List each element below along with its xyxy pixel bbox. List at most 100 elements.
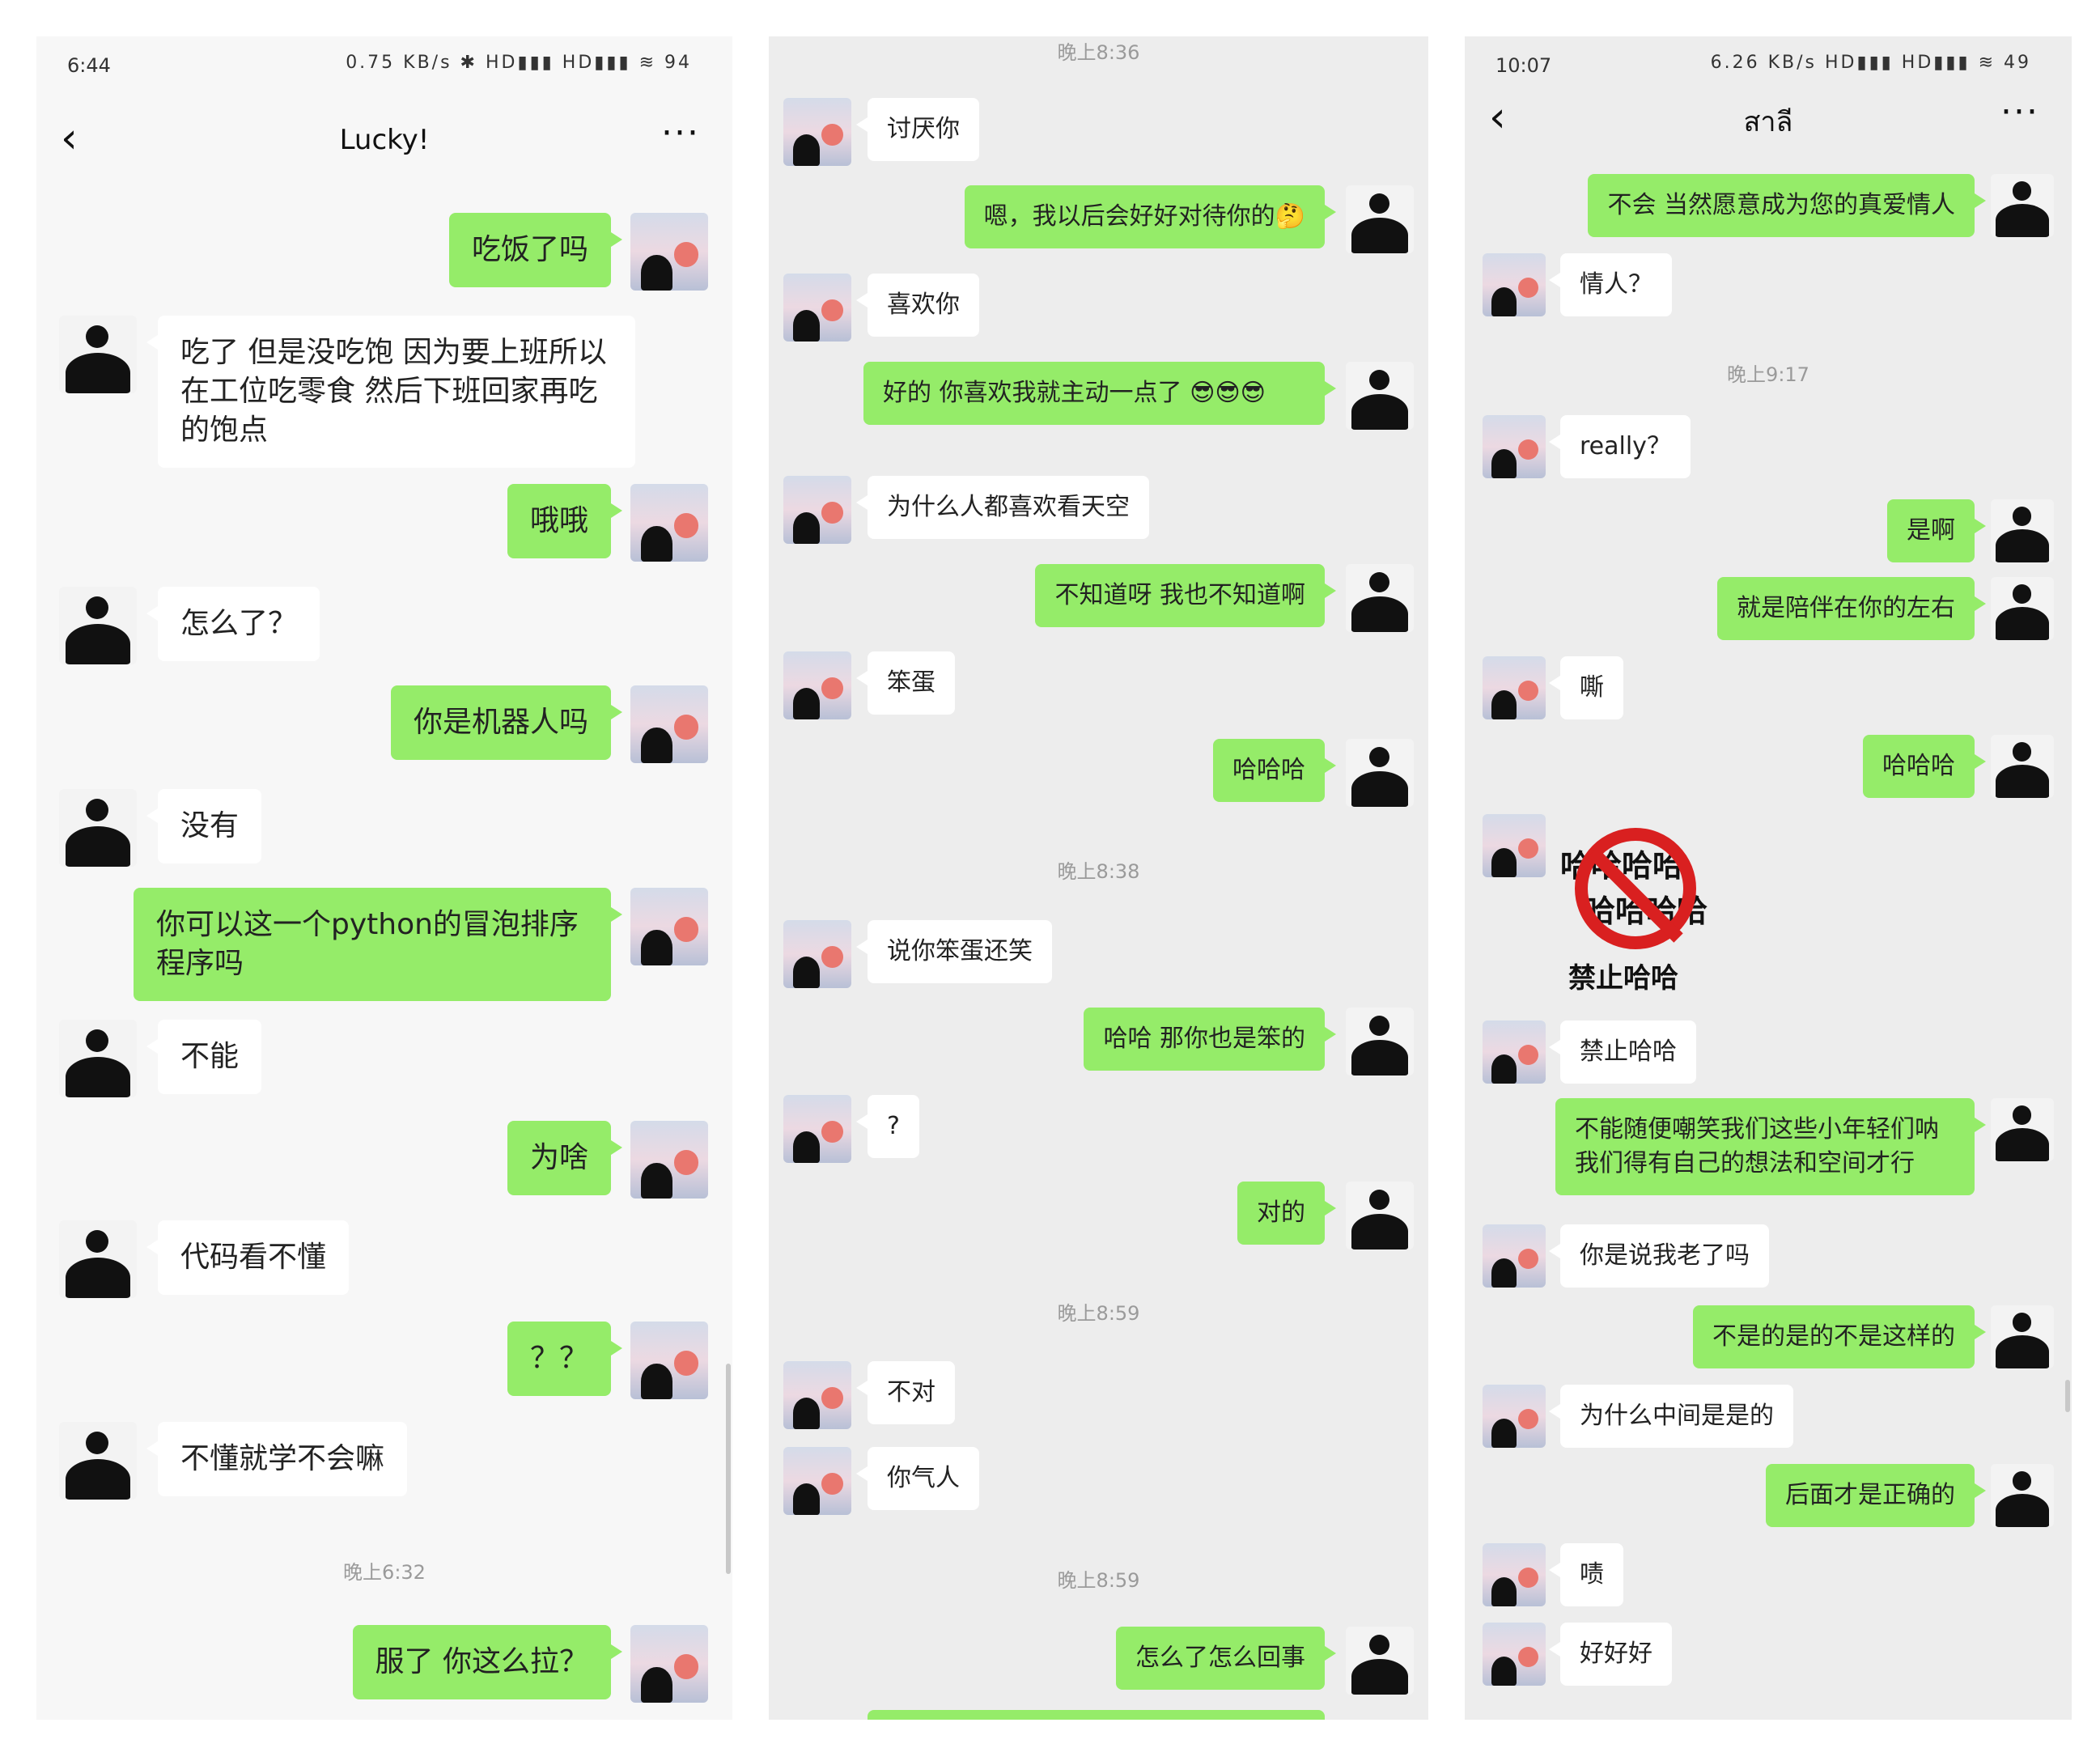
contact-avatar[interactable]	[1483, 814, 1546, 877]
self-avatar[interactable]	[1991, 499, 2054, 562]
message-self-partial	[868, 1710, 1325, 1720]
self-avatar[interactable]	[630, 888, 708, 965]
contact-avatar[interactable]	[1483, 1224, 1546, 1288]
message-self[interactable]: 哈哈哈	[1863, 735, 1986, 798]
message-contact[interactable]: 你是说我老了吗	[1549, 1224, 1769, 1288]
timestamp: 晚上8:38	[1057, 860, 1140, 883]
contact-avatar[interactable]	[59, 1220, 137, 1298]
contact-avatar[interactable]	[783, 1361, 851, 1429]
self-avatar[interactable]	[630, 685, 708, 763]
message-contact[interactable]: 吃了 但是没吃饱 因为要上班所以在工位吃零食 然后下班回家再吃的饱点	[146, 316, 635, 468]
timestamp: 晚上8:36	[1057, 41, 1140, 64]
message-contact[interactable]: 不对	[856, 1361, 955, 1424]
contact-avatar[interactable]	[1483, 656, 1546, 719]
message-self[interactable]: 吃饭了吗	[448, 213, 623, 287]
message-contact[interactable]: 情人？	[1549, 253, 1672, 316]
self-avatar[interactable]	[1346, 1627, 1414, 1695]
message-contact[interactable]: 啧	[1549, 1543, 1623, 1606]
self-avatar[interactable]	[1346, 739, 1414, 807]
contact-avatar[interactable]	[783, 274, 851, 342]
message-contact[interactable]: 好好好	[1549, 1623, 1672, 1686]
contact-avatar[interactable]	[59, 1422, 137, 1500]
self-avatar[interactable]	[630, 213, 708, 291]
contact-avatar[interactable]	[783, 98, 851, 166]
message-self[interactable]: 你是机器人吗	[390, 685, 623, 760]
self-avatar[interactable]	[1346, 564, 1414, 632]
message-self[interactable]: 嗯，我以后会好好对待你的🤔	[964, 185, 1337, 248]
self-avatar[interactable]	[1346, 1182, 1414, 1249]
self-avatar[interactable]	[1346, 185, 1414, 253]
message-contact[interactable]: 嘶	[1549, 656, 1623, 719]
contact-avatar[interactable]	[59, 789, 137, 867]
chat-screen-2: 晚上8:36 讨厌你 嗯，我以后会好好对待你的🤔 喜欢你 好的 你喜欢我就主动一…	[769, 36, 1428, 1720]
message-self[interactable]: 就是陪伴在你的左右	[1717, 577, 1986, 640]
message-self[interactable]: 好的 你喜欢我就主动一点了 😎😎😎	[863, 362, 1336, 425]
message-self[interactable]: 后面才是正确的	[1766, 1464, 1986, 1527]
contact-avatar[interactable]	[1483, 415, 1546, 478]
chat-title: สาลี	[1743, 106, 1793, 138]
contact-avatar[interactable]	[59, 1020, 137, 1097]
self-avatar[interactable]	[1991, 577, 2054, 640]
message-self[interactable]: 哈哈哈	[1213, 739, 1336, 802]
message-self[interactable]: ？？	[507, 1322, 623, 1396]
self-avatar[interactable]	[1991, 174, 2054, 237]
contact-avatar[interactable]	[1483, 1020, 1546, 1084]
contact-avatar[interactable]	[1483, 1385, 1546, 1448]
message-contact[interactable]: really？	[1549, 415, 1691, 478]
more-dots-icon[interactable]: ···	[2000, 91, 2039, 133]
message-self[interactable]: 是啊	[1887, 499, 1986, 562]
status-bar: 6:44 0.75 KB/s ✱ HD▮▮▮ HD▮▮▮ ≋ 94	[36, 36, 732, 93]
message-contact[interactable]: 为什么人都喜欢看天空	[856, 476, 1149, 539]
message-contact[interactable]: 为什么中间是是的	[1549, 1385, 1793, 1448]
self-avatar[interactable]	[1346, 362, 1414, 430]
message-contact[interactable]: 说你笨蛋还笑	[856, 920, 1052, 983]
message-self[interactable]: 哈哈 那你也是笨的	[1084, 1008, 1336, 1071]
self-avatar[interactable]	[1346, 1008, 1414, 1076]
contact-avatar[interactable]	[1483, 1623, 1546, 1686]
message-self[interactable]: 服了 你这么拉？	[352, 1625, 623, 1699]
contact-avatar[interactable]	[783, 651, 851, 719]
message-self[interactable]: 对的	[1237, 1182, 1336, 1245]
message-contact[interactable]: ?	[856, 1095, 919, 1158]
self-avatar[interactable]	[1991, 735, 2054, 798]
contact-avatar[interactable]	[59, 587, 137, 664]
scrollbar[interactable]	[2065, 1380, 2070, 1412]
contact-avatar[interactable]	[59, 316, 137, 393]
message-self[interactable]: 你可以这一个python的冒泡排序程序吗	[134, 888, 622, 1001]
scrollbar[interactable]	[726, 1364, 731, 1574]
message-contact[interactable]: 代码看不懂	[146, 1220, 350, 1295]
self-avatar[interactable]	[630, 1625, 708, 1703]
sticker-no-laughing[interactable]: 哈哈哈哈 哈哈哈哈 禁止哈哈	[1560, 812, 1754, 998]
contact-avatar[interactable]	[1483, 253, 1546, 316]
contact-avatar[interactable]	[783, 1447, 851, 1515]
self-avatar[interactable]	[630, 1322, 708, 1399]
message-self[interactable]: 不能随便嘲笑我们这些小年轻们呐 我们得有自己的想法和空间才行	[1555, 1098, 1986, 1195]
contact-avatar[interactable]	[783, 920, 851, 988]
self-avatar[interactable]	[1991, 1098, 2054, 1161]
message-contact[interactable]: 你气人	[856, 1447, 979, 1510]
self-avatar[interactable]	[1991, 1305, 2054, 1368]
contact-avatar[interactable]	[1483, 1543, 1546, 1606]
message-self[interactable]: 不是的是的不是这样的	[1693, 1305, 1986, 1368]
message-contact[interactable]: 不懂就学不会嘛	[146, 1422, 408, 1496]
self-avatar[interactable]	[630, 484, 708, 562]
message-self[interactable]: 不会 当然愿意成为您的真爱情人	[1588, 174, 1986, 237]
message-contact[interactable]: 笨蛋	[856, 651, 955, 715]
message-contact[interactable]: 怎么了？	[146, 587, 320, 661]
message-contact[interactable]: 禁止哈哈	[1549, 1020, 1696, 1084]
message-contact[interactable]: 没有	[146, 789, 262, 863]
message-self[interactable]: 不知道呀 我也不知道啊	[1035, 564, 1336, 627]
self-avatar[interactable]	[1991, 1464, 2054, 1527]
message-contact[interactable]: 不能	[146, 1020, 262, 1094]
message-self[interactable]: 怎么了怎么回事	[1116, 1627, 1336, 1690]
message-self[interactable]: 为啥	[507, 1121, 623, 1195]
contact-avatar[interactable]	[783, 476, 851, 544]
message-contact[interactable]: 喜欢你	[856, 274, 979, 337]
status-time: 6:44	[67, 54, 111, 77]
self-avatar[interactable]	[630, 1121, 708, 1199]
more-dots-icon[interactable]: ···	[661, 112, 700, 154]
message-contact[interactable]: 讨厌你	[856, 98, 979, 161]
status-icons: 6.26 KB/s HD▮▮▮ HD▮▮▮ ≋ 49	[1710, 53, 2031, 73]
contact-avatar[interactable]	[783, 1095, 851, 1163]
message-self[interactable]: 哦哦	[507, 484, 623, 558]
